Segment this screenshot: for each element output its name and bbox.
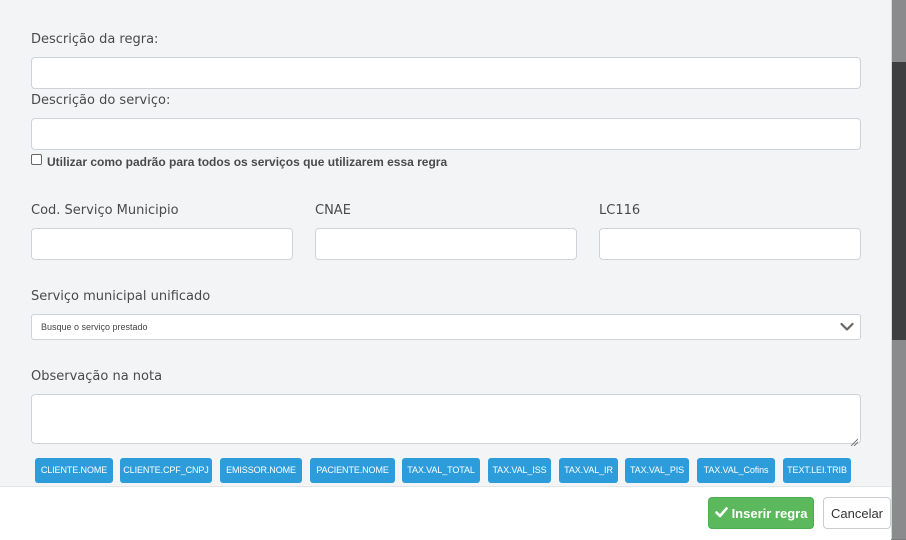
- tag-text-lei-trib[interactable]: TEXT.LEI.TRIB: [783, 458, 851, 483]
- rule-description-label: Descrição da regra:: [31, 32, 159, 47]
- unified-service-placeholder: Busque o serviço prestado: [41, 322, 148, 332]
- service-description-input[interactable]: [31, 118, 861, 150]
- cancel-button[interactable]: Cancelar: [823, 497, 891, 529]
- tag-tax-val-total[interactable]: TAX.VAL_TOTAL: [402, 458, 480, 483]
- tag-emissor-nome[interactable]: EMISSOR.NOME: [220, 458, 302, 483]
- resize-grip-icon[interactable]: [850, 433, 859, 447]
- lc116-input[interactable]: [599, 228, 861, 260]
- chevron-down-icon: [840, 320, 854, 334]
- observation-label: Observação na nota: [31, 369, 163, 384]
- cnae-label: CNAE: [315, 203, 351, 218]
- observation-textarea[interactable]: [31, 394, 861, 447]
- default-rule-checkbox-label: Utilizar como padrão para todos os servi…: [47, 155, 448, 169]
- cnae-input[interactable]: [315, 228, 577, 260]
- tag-cliente-cpf-cnpj[interactable]: CLIENTE.CPF_CNPJ: [120, 458, 212, 483]
- tag-tax-val-iss[interactable]: TAX.VAL_ISS: [488, 458, 551, 483]
- default-rule-checkbox[interactable]: [31, 154, 42, 165]
- tag-tax-val-cofins[interactable]: TAX.VAL_Cofins: [697, 458, 775, 483]
- modal-body: Descrição da regra: Descrição do serviço…: [0, 0, 891, 486]
- tag-paciente-nome[interactable]: PACIENTE.NOME: [310, 458, 395, 483]
- tag-tax-val-pis[interactable]: TAX.VAL_PIS: [625, 458, 689, 483]
- unified-service-select[interactable]: Busque o serviço prestado: [31, 314, 861, 340]
- municipal-code-label: Cod. Serviço Municipio: [31, 203, 179, 218]
- unified-service-label: Serviço municipal unificado: [31, 289, 211, 304]
- rule-description-input[interactable]: [31, 57, 861, 89]
- tag-cliente-nome[interactable]: CLIENTE.NOME: [35, 458, 113, 483]
- tag-tax-val-ir[interactable]: TAX.VAL_IR: [559, 458, 618, 483]
- rule-modal: Descrição da regra: Descrição do serviço…: [0, 0, 892, 540]
- background-scrollbar-thumb[interactable]: [891, 62, 906, 340]
- insert-rule-button[interactable]: Inserir regra: [708, 497, 814, 529]
- service-description-label: Descrição do serviço:: [31, 93, 171, 108]
- lc116-label: LC116: [599, 203, 641, 218]
- municipal-code-input[interactable]: [31, 228, 293, 260]
- check-icon: [714, 506, 728, 521]
- cancel-label: Cancelar: [830, 505, 884, 521]
- insert-rule-label: Inserir regra: [731, 505, 808, 521]
